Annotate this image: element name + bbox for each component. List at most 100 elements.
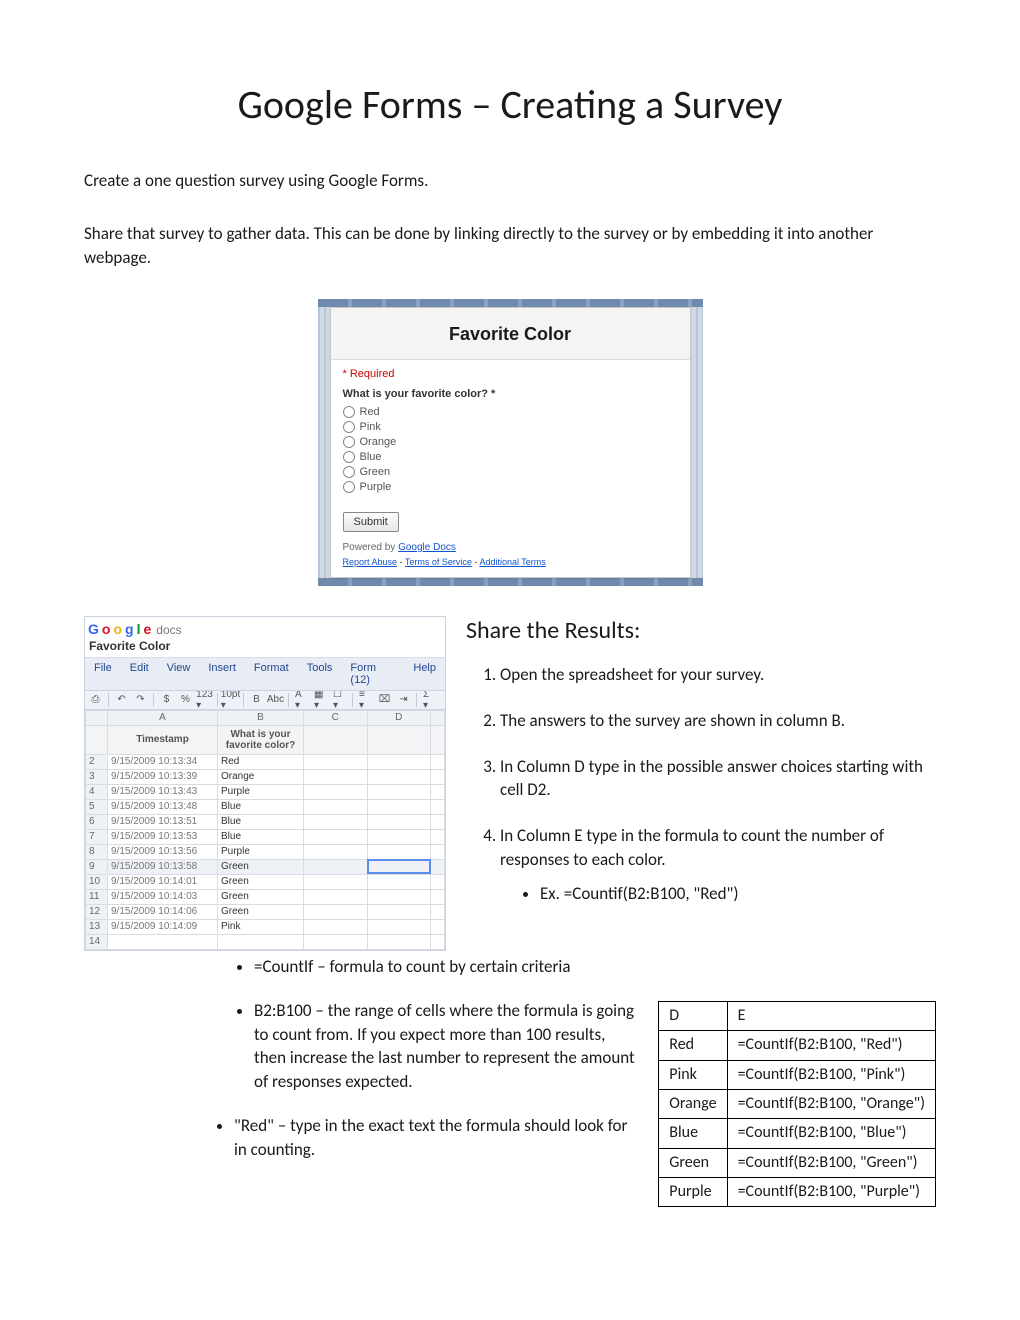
cell[interactable] xyxy=(108,934,218,949)
cell[interactable]: 9/15/2009 10:13:39 xyxy=(108,769,218,784)
cell[interactable] xyxy=(367,919,431,934)
option-pink[interactable]: Pink xyxy=(343,421,678,433)
cell[interactable] xyxy=(304,784,368,799)
option-orange[interactable]: Orange xyxy=(343,436,678,448)
toolbar-icon[interactable]: $ xyxy=(160,693,173,706)
cell[interactable] xyxy=(367,829,431,844)
toolbar-icon[interactable]: 10pt ▾ xyxy=(224,693,237,706)
cell[interactable]: Green xyxy=(218,874,304,889)
toolbar-icon[interactable]: A ▾ xyxy=(295,693,308,706)
cell[interactable] xyxy=(367,859,431,874)
cell[interactable] xyxy=(367,844,431,859)
cell[interactable] xyxy=(304,799,368,814)
cell[interactable]: 9/15/2009 10:13:48 xyxy=(108,799,218,814)
cell[interactable]: Orange xyxy=(218,769,304,784)
cell[interactable]: 9/15/2009 10:13:58 xyxy=(108,859,218,874)
row-number[interactable]: 3 xyxy=(86,769,108,784)
cell[interactable] xyxy=(367,874,431,889)
cell[interactable] xyxy=(367,784,431,799)
toolbar-icon[interactable]: ≡ ▾ xyxy=(359,693,372,706)
cell[interactable] xyxy=(367,814,431,829)
toolbar-icon[interactable]: ▦ ▾ xyxy=(314,693,327,706)
row-number[interactable]: 7 xyxy=(86,829,108,844)
cell[interactable] xyxy=(304,904,368,919)
toolbar-icon[interactable]: B xyxy=(250,693,263,706)
toolbar-icon[interactable]: Σ ▾ xyxy=(423,693,436,706)
cell[interactable]: Blue xyxy=(218,829,304,844)
cell[interactable] xyxy=(367,754,431,769)
toolbar-icon[interactable]: ☐ ▾ xyxy=(333,693,346,706)
toolbar-icon[interactable]: ↶ xyxy=(115,693,128,706)
row-number[interactable]: 14 xyxy=(86,934,108,949)
toolbar-icon[interactable]: ⎙ xyxy=(89,693,102,706)
cell[interactable]: Blue xyxy=(218,799,304,814)
menu-item[interactable]: Form (12) xyxy=(341,658,404,690)
cell[interactable]: Green xyxy=(218,889,304,904)
cell[interactable]: Green xyxy=(218,904,304,919)
row-number[interactable]: 5 xyxy=(86,799,108,814)
cell[interactable] xyxy=(304,919,368,934)
toolbar-icon[interactable]: ↷ xyxy=(134,693,147,706)
cell[interactable]: 9/15/2009 10:14:03 xyxy=(108,889,218,904)
row-number[interactable]: 2 xyxy=(86,754,108,769)
cell[interactable]: Blue xyxy=(218,814,304,829)
row-number[interactable]: 4 xyxy=(86,784,108,799)
cell[interactable]: Green xyxy=(218,859,304,874)
cell[interactable]: 9/15/2009 10:14:01 xyxy=(108,874,218,889)
cell[interactable] xyxy=(367,889,431,904)
cell[interactable] xyxy=(304,889,368,904)
cell[interactable] xyxy=(304,814,368,829)
row-number[interactable]: 12 xyxy=(86,904,108,919)
cell[interactable]: 9/15/2009 10:14:06 xyxy=(108,904,218,919)
menu-item[interactable]: View xyxy=(158,658,200,690)
cell[interactable]: 9/15/2009 10:13:43 xyxy=(108,784,218,799)
footer-link[interactable]: Additional Terms xyxy=(479,557,545,567)
toolbar-icon[interactable]: ⌧ xyxy=(378,693,391,706)
menu-item[interactable]: File xyxy=(85,658,121,690)
cell[interactable]: 9/15/2009 10:13:34 xyxy=(108,754,218,769)
cell[interactable] xyxy=(367,769,431,784)
menu-item[interactable]: Edit xyxy=(121,658,158,690)
row-number[interactable]: 13 xyxy=(86,919,108,934)
footer-link[interactable]: Terms of Service xyxy=(405,557,472,567)
col-header[interactable]: B xyxy=(218,710,304,725)
cell[interactable]: 9/15/2009 10:13:56 xyxy=(108,844,218,859)
row-number[interactable]: 11 xyxy=(86,889,108,904)
cell[interactable] xyxy=(304,874,368,889)
toolbar-icon[interactable]: 123 ▾ xyxy=(198,693,211,706)
cell[interactable] xyxy=(304,934,368,949)
option-green[interactable]: Green xyxy=(343,466,678,478)
submit-button[interactable]: Submit xyxy=(343,512,399,532)
row-number[interactable]: 6 xyxy=(86,814,108,829)
col-header[interactable]: D xyxy=(367,710,431,725)
cell[interactable] xyxy=(367,904,431,919)
row-number[interactable]: 10 xyxy=(86,874,108,889)
toolbar-icon[interactable]: % xyxy=(179,693,192,706)
menu-item[interactable]: Tools xyxy=(298,658,342,690)
menu-item[interactable]: Format xyxy=(245,658,298,690)
cell[interactable] xyxy=(304,844,368,859)
option-purple[interactable]: Purple xyxy=(343,481,678,493)
option-red[interactable]: Red xyxy=(343,406,678,418)
cell[interactable] xyxy=(304,754,368,769)
cell[interactable]: 9/15/2009 10:14:09 xyxy=(108,919,218,934)
cell[interactable] xyxy=(304,829,368,844)
toolbar-icon[interactable]: Abc xyxy=(269,693,282,706)
cell[interactable]: 9/15/2009 10:13:53 xyxy=(108,829,218,844)
footer-link[interactable]: Report Abuse xyxy=(343,557,398,567)
option-blue[interactable]: Blue xyxy=(343,451,678,463)
cell[interactable] xyxy=(304,859,368,874)
cell[interactable] xyxy=(367,799,431,814)
col-header[interactable]: A xyxy=(108,710,218,725)
cell[interactable]: Red xyxy=(218,754,304,769)
cell[interactable] xyxy=(218,934,304,949)
cell[interactable]: Purple xyxy=(218,784,304,799)
menu-item[interactable]: Help xyxy=(404,658,445,690)
cell[interactable] xyxy=(367,934,431,949)
cell[interactable]: Pink xyxy=(218,919,304,934)
cell[interactable]: 9/15/2009 10:13:51 xyxy=(108,814,218,829)
google-docs-link[interactable]: Google Docs xyxy=(398,542,456,553)
toolbar-icon[interactable]: ⇥ xyxy=(397,693,410,706)
cell[interactable] xyxy=(304,769,368,784)
col-header[interactable]: C xyxy=(304,710,368,725)
